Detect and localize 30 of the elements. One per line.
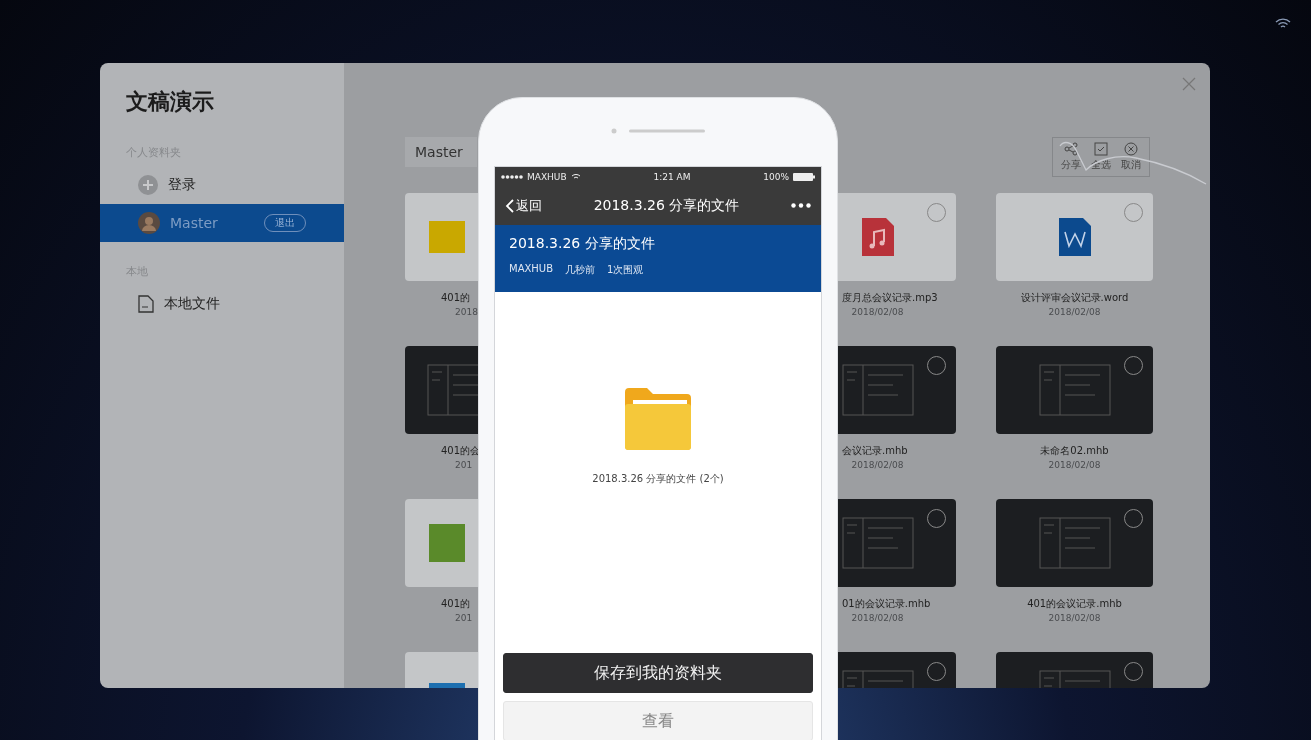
file-name: 401的: [441, 291, 471, 305]
file-name: 401的: [441, 597, 471, 611]
file-date: 2018: [455, 307, 478, 317]
file-date: 2018/02/08: [1048, 460, 1101, 470]
share-title: 2018.3.26 分享的文件: [509, 235, 656, 253]
file-date: 2018/02/08: [851, 460, 904, 470]
nav-title: 2018.3.26 分享的文件: [593, 196, 740, 215]
share-meta: MAXHUB: [509, 263, 554, 276]
sidebar-item-label: 本地文件: [164, 295, 221, 313]
share-meta: 几秒前: [565, 263, 596, 277]
file-date: 201: [455, 613, 473, 623]
file-date: 2018/02/08: [851, 613, 904, 623]
sidebar-item-label: 登录: [168, 176, 197, 194]
file-name: 01的会议记录.mhb: [842, 597, 931, 611]
carrier-name: MAXHUB: [527, 171, 567, 182]
dialog-title: 文稿演示: [125, 88, 215, 116]
file-name: 401的会议记录.mhb: [1027, 597, 1122, 611]
file-date: 201: [455, 460, 473, 470]
file-date: 2018/02/08: [1048, 613, 1101, 623]
battery-percent: 100%: [763, 171, 789, 182]
file-name: 设计评审会议记录.word: [1020, 291, 1129, 305]
file-name: 未命名02.mhb: [1040, 444, 1109, 458]
clock-time: 1:21 AM: [653, 171, 691, 182]
share-meta: 1次围观: [607, 263, 644, 277]
folder-name: 2018.3.26 分享的文件 (2个): [592, 472, 724, 486]
file-date: 2018/02/08: [1048, 307, 1101, 317]
file-name: 度月总会议记录.mp3: [842, 291, 938, 305]
sidebar-item-label: Master: [170, 215, 219, 231]
file-date: 2018/02/08: [851, 307, 904, 317]
file-name: 会议记录.mhb: [842, 444, 908, 458]
